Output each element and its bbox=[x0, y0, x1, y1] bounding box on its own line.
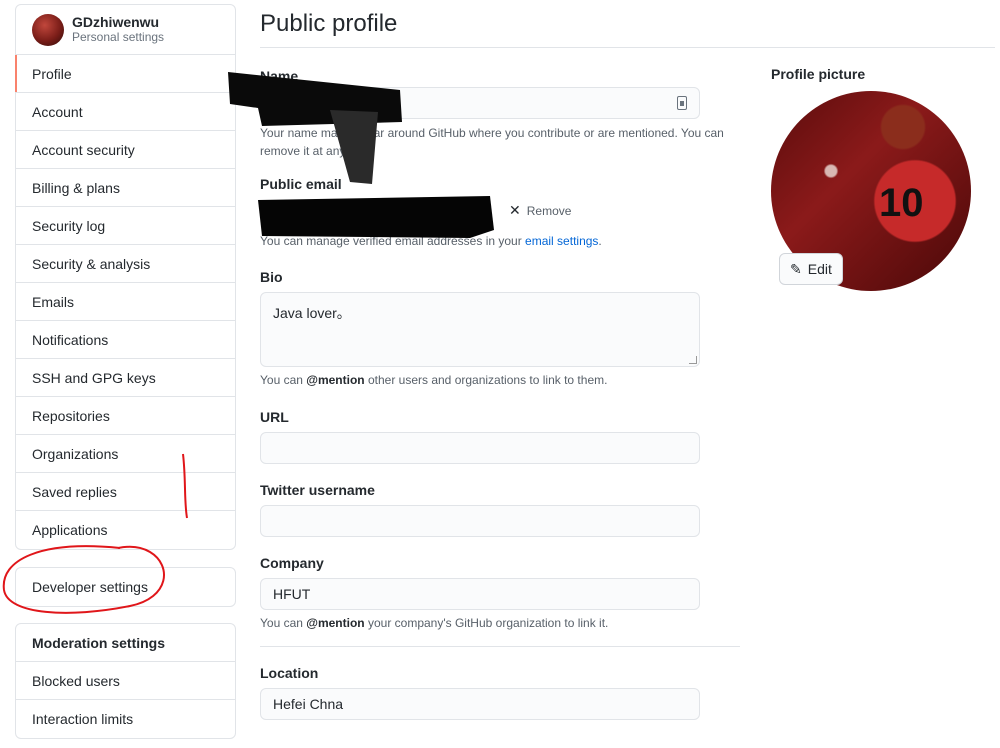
name-redaction-stroke bbox=[330, 110, 378, 184]
red-line-annotation bbox=[182, 453, 188, 519]
annotation-overlay bbox=[2, 72, 494, 614]
red-circle-annotation bbox=[2, 545, 165, 614]
email-redaction bbox=[258, 196, 494, 238]
